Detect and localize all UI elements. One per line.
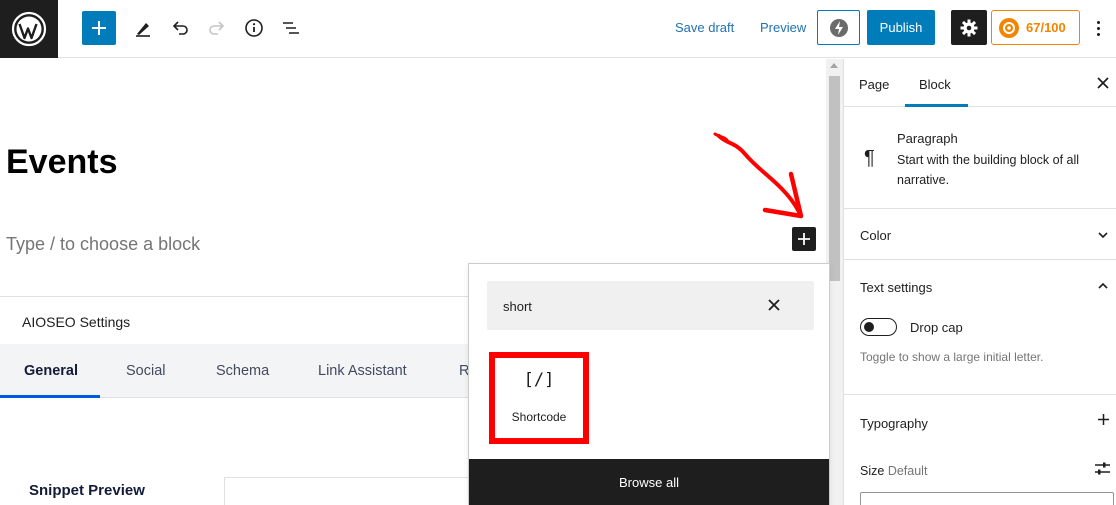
info-icon: [245, 19, 263, 37]
shortcode-label: Shortcode: [511, 410, 567, 424]
redo-button[interactable]: [200, 11, 234, 45]
aioseo-score-button[interactable]: 67/100: [991, 10, 1080, 45]
aioseo-tab-general[interactable]: General: [24, 363, 78, 379]
paragraph-icon: ¶: [864, 147, 875, 169]
browse-all-button[interactable]: Browse all: [469, 459, 829, 505]
aioseo-tab-social[interactable]: Social: [126, 363, 166, 379]
tab-page[interactable]: Page: [859, 77, 889, 92]
size-label: Size Default: [860, 464, 927, 478]
pencil-icon: [136, 23, 150, 37]
plus-icon: [92, 21, 106, 35]
aioseo-tab-schema[interactable]: Schema: [216, 363, 269, 379]
details-button[interactable]: [237, 11, 271, 45]
chevron-down-icon: [1098, 232, 1108, 239]
list-view-icon: [283, 22, 299, 34]
typography-title: Typography: [860, 416, 928, 431]
more-vertical-icon[interactable]: [1088, 14, 1108, 42]
text-settings-panel: Text settings Drop cap Toggle to show a …: [844, 260, 1116, 395]
size-default: Default: [887, 464, 928, 478]
publish-button[interactable]: Publish: [867, 10, 935, 45]
scrollbar-thumb[interactable]: [829, 76, 840, 281]
settings-button[interactable]: [951, 10, 987, 45]
plus-icon[interactable]: [1097, 413, 1110, 426]
aioseo-tab-link-assistant[interactable]: Link Assistant: [318, 363, 407, 379]
tools-button[interactable]: [126, 11, 160, 45]
block-card: ¶ Paragraph Start with the building bloc…: [844, 107, 1116, 209]
snippet-preview-box: [224, 477, 474, 505]
clear-search-button[interactable]: [764, 295, 784, 315]
jetpack-icon: [829, 18, 848, 37]
wordpress-logo-icon[interactable]: [0, 0, 58, 58]
save-draft-button[interactable]: Save draft: [675, 20, 734, 35]
shortcode-block-option[interactable]: [/] Shortcode: [489, 352, 589, 444]
active-tab-indicator: [0, 395, 100, 398]
color-panel-toggle[interactable]: Color: [844, 209, 1116, 260]
text-settings-title[interactable]: Text settings: [860, 280, 932, 295]
sidebar-tabs: Page Block: [844, 59, 1116, 107]
plus-icon: [798, 233, 810, 245]
block-search-value[interactable]: short: [503, 299, 532, 314]
settings-sidebar: Page Block ¶ Paragraph Start with the bu…: [843, 59, 1116, 505]
list-view-button[interactable]: [274, 11, 308, 45]
block-placeholder[interactable]: Type / to choose a block: [6, 234, 200, 255]
snippet-preview-label: Snippet Preview: [29, 482, 145, 499]
aioseo-settings-title: AIOSEO Settings: [22, 314, 131, 330]
size-title: Size: [860, 464, 885, 478]
chevron-up-icon[interactable]: [1097, 280, 1109, 292]
block-inserter-button[interactable]: [792, 227, 816, 251]
font-size-select[interactable]: [860, 492, 1114, 505]
redo-icon: [209, 21, 225, 35]
gear-icon: [960, 19, 978, 36]
close-icon[interactable]: [1096, 76, 1110, 90]
annotation-arrow-icon: [713, 132, 804, 219]
close-icon: [768, 299, 780, 311]
block-search-input[interactable]: short: [487, 281, 814, 330]
editor-top-bar: Save draft Preview Publish 67/100: [0, 0, 1116, 58]
scroll-up-icon[interactable]: [830, 63, 838, 68]
undo-button[interactable]: [163, 11, 197, 45]
preview-button[interactable]: Preview: [760, 20, 806, 35]
block-inserter-popover: short [/] Shortcode Browse all: [468, 263, 830, 505]
post-title[interactable]: Events: [6, 143, 118, 182]
drop-cap-help: Toggle to show a large initial letter.: [860, 350, 1044, 364]
block-card-title: Paragraph: [897, 131, 958, 146]
tab-block[interactable]: Block: [919, 77, 951, 92]
undo-icon: [172, 21, 188, 35]
shortcode-icon: [/]: [523, 370, 555, 390]
block-card-description: Start with the building block of all nar…: [897, 153, 1080, 187]
drop-cap-toggle[interactable]: [860, 318, 897, 336]
jetpack-button[interactable]: [817, 10, 860, 45]
drop-cap-label: Drop cap: [910, 320, 963, 335]
seo-score-value: 67/100: [1026, 20, 1066, 35]
add-block-button[interactable]: [82, 11, 116, 45]
aioseo-icon: [999, 17, 1019, 38]
color-panel-title: Color: [860, 228, 892, 243]
sliders-icon[interactable]: [1094, 460, 1111, 477]
